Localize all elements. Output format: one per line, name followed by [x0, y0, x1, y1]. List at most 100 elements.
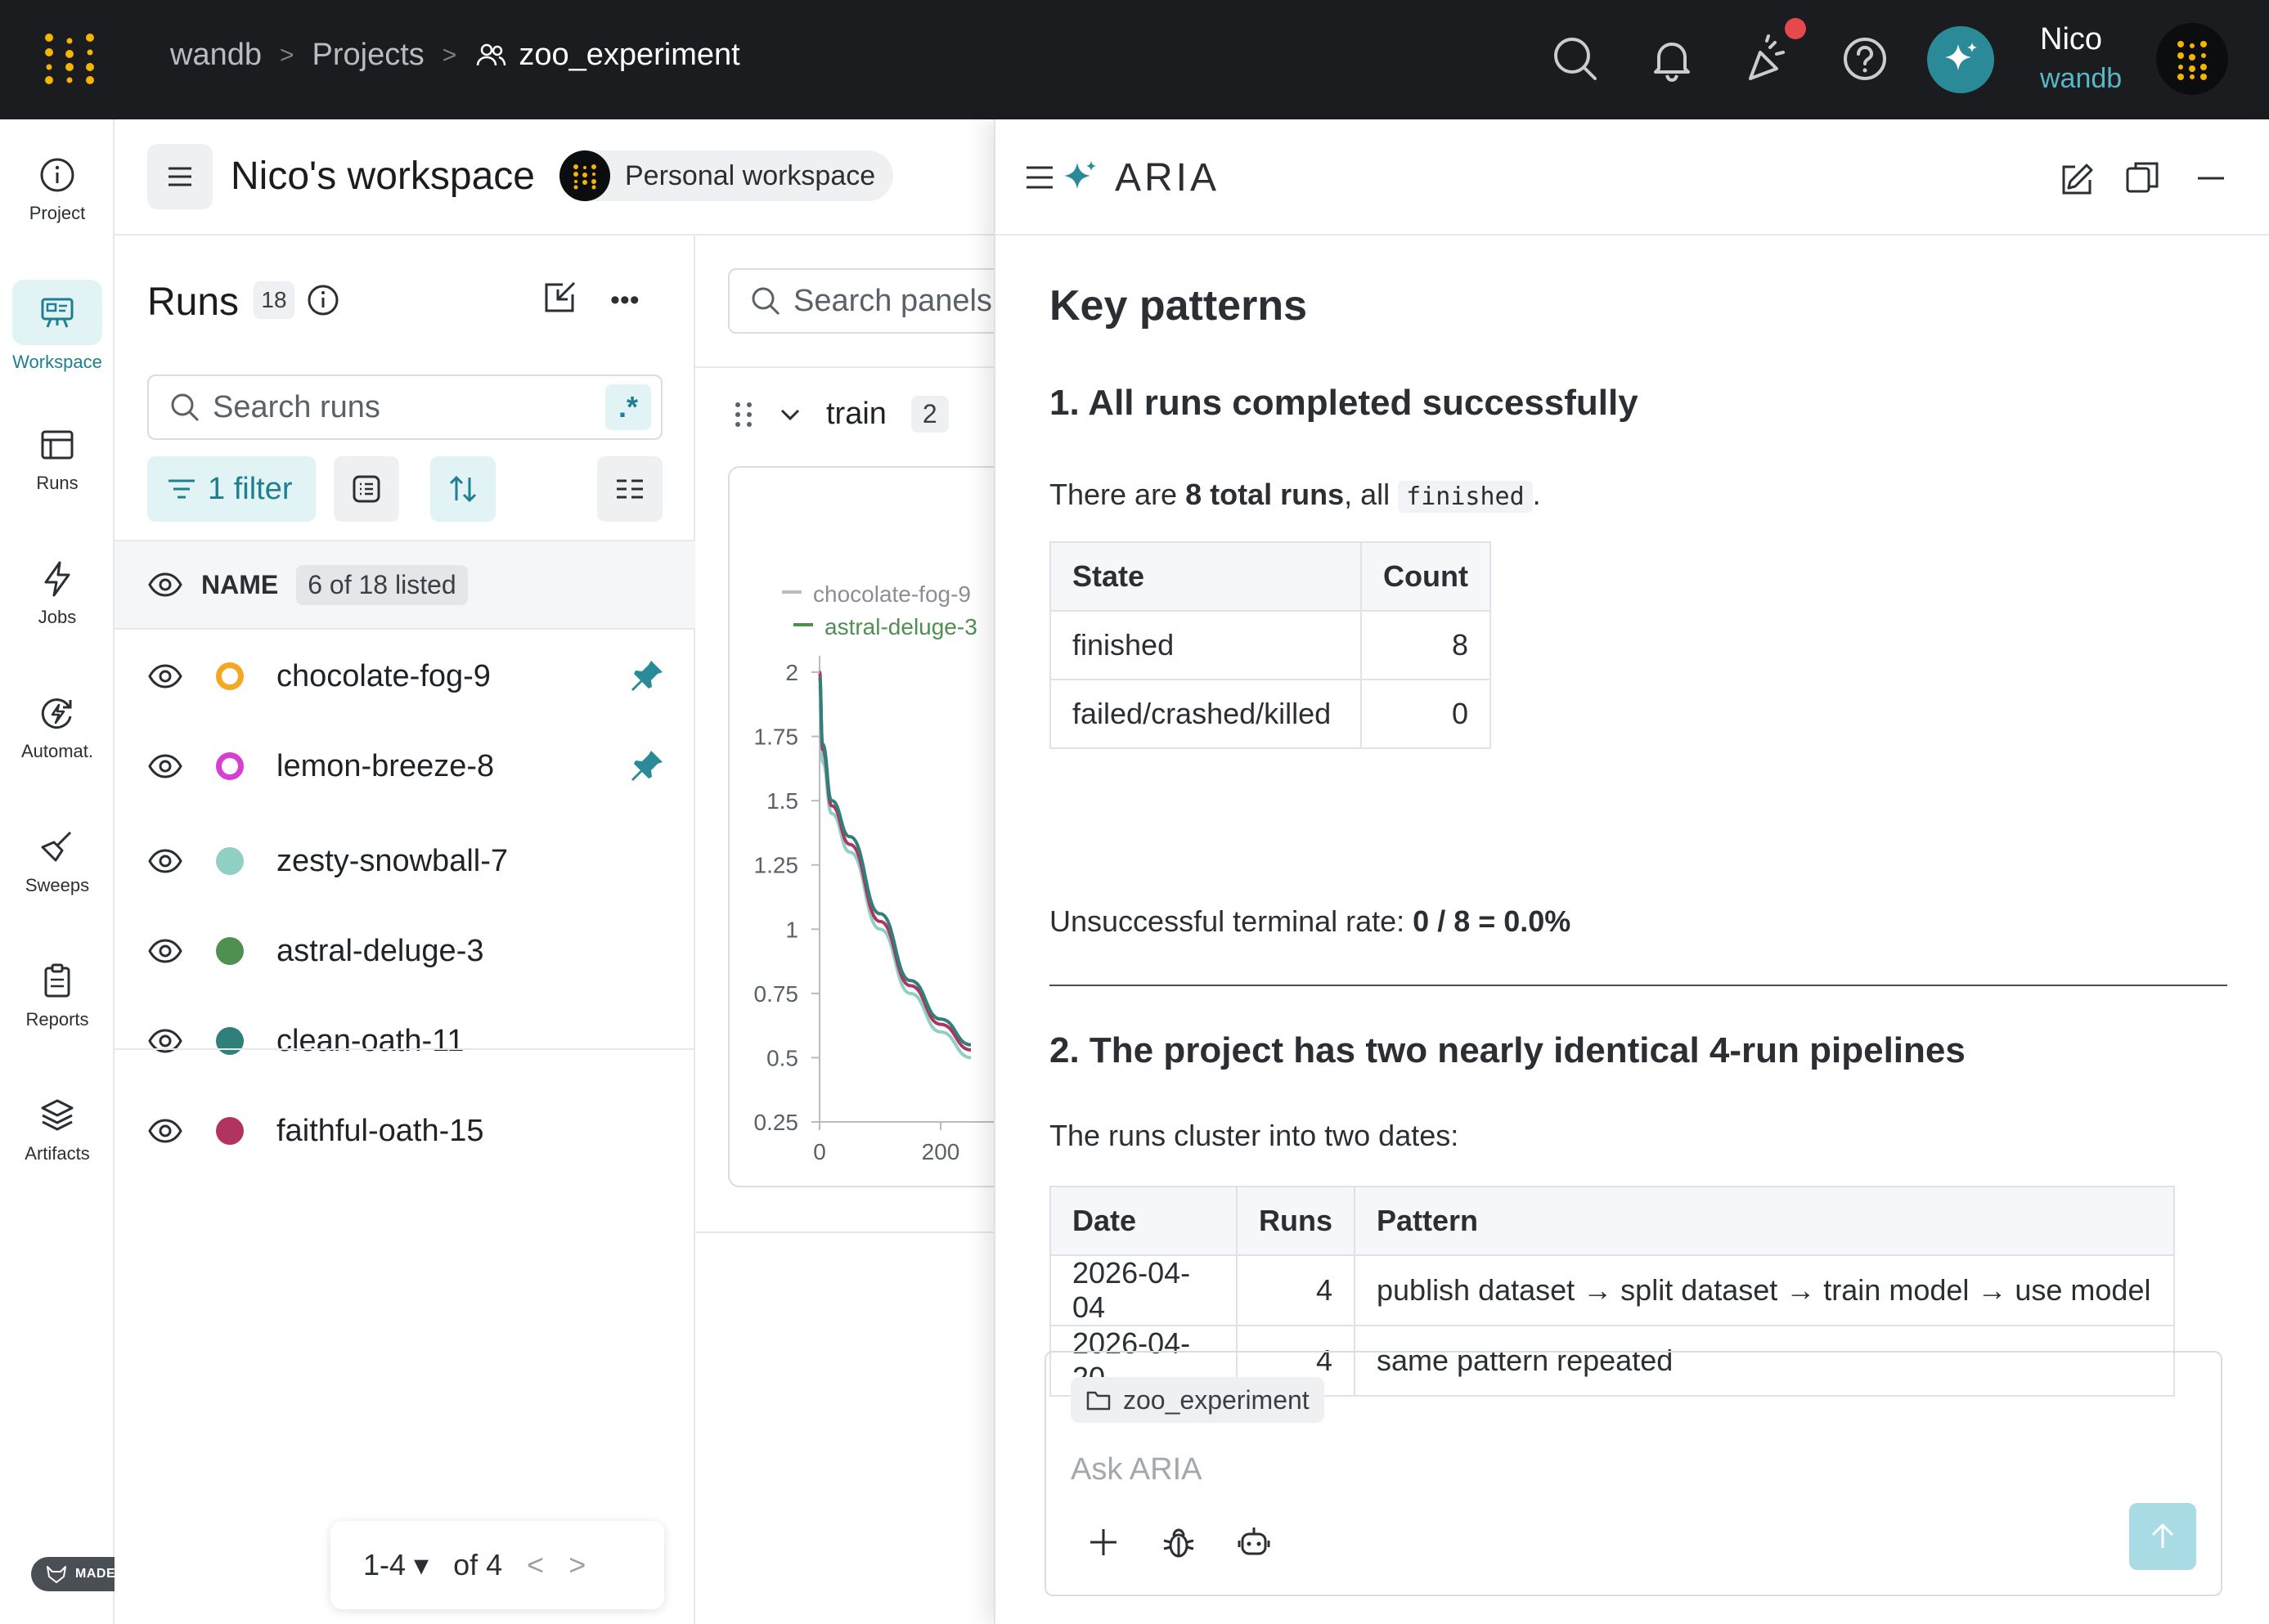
panel-section-header[interactable]: train 2	[733, 396, 949, 433]
divider	[695, 366, 994, 368]
nav-label: Project	[29, 203, 86, 223]
breadcrumb-projects[interactable]: Projects	[312, 38, 425, 73]
eye-icon[interactable]	[147, 1023, 183, 1059]
run-row[interactable]: clean-oath-11	[115, 996, 695, 1086]
layers-icon	[41, 1099, 74, 1131]
eye-icon[interactable]	[147, 567, 183, 603]
search-runs-placeholder: Search runs	[213, 389, 380, 424]
workspace-title: Nico's workspace	[231, 155, 535, 198]
plus-icon[interactable]	[1081, 1519, 1126, 1565]
table-row: failed/crashed/killed 0	[1049, 679, 1491, 749]
hamburger-icon[interactable]	[1025, 165, 1054, 190]
automation-icon	[41, 698, 72, 729]
search-runs-input[interactable]: Search runs .*	[147, 375, 663, 440]
breadcrumb-wandb[interactable]: wandb	[170, 38, 262, 73]
workspace-header: Nico's workspace Personal workspace	[115, 119, 1044, 236]
run-name[interactable]: lemon-breeze-8	[276, 749, 494, 784]
help-icon[interactable]	[1839, 33, 1891, 85]
regex-toggle[interactable]: .*	[605, 384, 651, 430]
run-name[interactable]: zesty-snowball-7	[276, 844, 508, 879]
party-popper-icon[interactable]	[1742, 33, 1795, 85]
nav-project[interactable]: Project	[0, 155, 115, 224]
personal-workspace-badge[interactable]: Personal workspace	[559, 150, 894, 201]
page-range-select[interactable]: 1-4 ▾	[363, 1548, 429, 1582]
drag-handle-icon[interactable]	[733, 400, 754, 429]
name-column-header[interactable]: NAME	[201, 570, 278, 600]
runs-table-header: NAME 6 of 18 listed	[115, 540, 695, 630]
series-line	[818, 683, 972, 1060]
edit-icon[interactable]	[2059, 160, 2095, 196]
run-row[interactable]: astral-deluge-3	[115, 906, 695, 996]
run-name[interactable]: astral-deluge-3	[276, 934, 483, 969]
more-options-icon[interactable]: •••	[610, 285, 640, 316]
nav-jobs[interactable]: Jobs	[0, 559, 115, 628]
nav-runs[interactable]: Runs	[0, 425, 115, 494]
run-row[interactable]: faithful-oath-15	[115, 1086, 695, 1176]
run-name[interactable]: clean-oath-11	[276, 1024, 465, 1059]
eye-icon[interactable]	[147, 658, 183, 694]
nav-workspace[interactable]: Workspace	[0, 280, 115, 373]
user-info[interactable]: Nico wandb	[2040, 20, 2122, 98]
chevron-down-icon[interactable]	[779, 406, 802, 423]
export-icon[interactable]	[538, 278, 579, 323]
split-view-icon[interactable]	[2124, 160, 2160, 196]
run-color-dot[interactable]	[216, 937, 244, 965]
search-icon[interactable]	[1549, 33, 1602, 85]
sort-icon	[449, 475, 477, 503]
minimize-icon[interactable]	[2195, 162, 2227, 195]
section-name: train	[826, 397, 887, 431]
unsuccessful-rate: Unsuccessful terminal rate: 0 / 8 = 0.0%	[1049, 904, 1571, 938]
prev-page-icon[interactable]: <	[527, 1548, 544, 1582]
breadcrumb-project[interactable]: zoo_experiment	[474, 38, 740, 73]
run-color-dot[interactable]	[216, 847, 244, 875]
pin-icon[interactable]	[628, 747, 666, 793]
run-color-dot[interactable]	[216, 752, 244, 780]
bug-icon[interactable]	[1156, 1519, 1202, 1565]
line-chart: tchocolate-fog-9astral-deluge-321.751.51…	[754, 553, 1037, 1164]
search-panels-input[interactable]: Search panels	[728, 268, 1022, 334]
wandb-logo-icon[interactable]	[41, 31, 98, 88]
info-icon[interactable]	[306, 283, 340, 321]
sparkle-icon	[1064, 160, 1096, 189]
nav-label: Sweeps	[25, 875, 90, 895]
run-name[interactable]: chocolate-fog-9	[276, 659, 491, 694]
run-row[interactable]: zesty-snowball-7	[115, 816, 695, 906]
avatar[interactable]	[2156, 23, 2228, 95]
filter-button[interactable]: 1 filter	[147, 456, 316, 522]
nav-automations[interactable]: Automat.	[0, 693, 115, 762]
bell-icon[interactable]	[1646, 33, 1698, 85]
eye-icon[interactable]	[147, 1113, 183, 1149]
y-tick-label: 2	[785, 660, 798, 685]
table-row: 2026-04-04 4 publish dataset → split datas…	[1049, 1254, 2175, 1326]
line-chart-panel[interactable]: tchocolate-fog-9astral-deluge-321.751.51…	[728, 466, 1039, 1187]
run-name[interactable]: faithful-oath-15	[276, 1114, 484, 1149]
workspace-menu-button[interactable]	[147, 144, 213, 209]
section-1-heading: 1. All runs completed successfully	[1049, 383, 1638, 423]
run-row[interactable]: lemon-breeze-8	[115, 721, 695, 811]
chevron-right-icon: >	[442, 41, 457, 69]
group-button[interactable]	[334, 456, 399, 522]
send-button[interactable]	[2129, 1503, 2196, 1570]
y-tick-label: 0.75	[754, 981, 799, 1007]
next-page-icon[interactable]: >	[568, 1548, 586, 1582]
page-total: of 4	[453, 1548, 503, 1581]
user-org: wandb	[2040, 63, 2123, 94]
sort-button[interactable]	[430, 456, 496, 522]
ask-aria-input[interactable]	[1071, 1441, 2134, 1498]
robot-icon[interactable]	[1231, 1519, 1277, 1565]
run-color-dot[interactable]	[216, 1117, 244, 1145]
aria-sparkle-button[interactable]	[1927, 26, 1994, 93]
run-color-dot[interactable]	[216, 1027, 244, 1055]
context-chip[interactable]: zoo_experiment	[1071, 1377, 1324, 1423]
nav-artifacts[interactable]: Artifacts	[0, 1096, 115, 1164]
run-row[interactable]: chocolate-fog-9	[115, 631, 695, 721]
eye-icon[interactable]	[147, 843, 183, 879]
run-color-dot[interactable]	[216, 662, 244, 690]
columns-button[interactable]	[597, 456, 663, 522]
nav-sweeps[interactable]: Sweeps	[0, 828, 115, 896]
pin-icon[interactable]	[628, 657, 666, 703]
eye-icon[interactable]	[147, 933, 183, 969]
filter-label: 1 filter	[208, 471, 293, 506]
nav-reports[interactable]: Reports	[0, 962, 115, 1030]
eye-icon[interactable]	[147, 748, 183, 784]
